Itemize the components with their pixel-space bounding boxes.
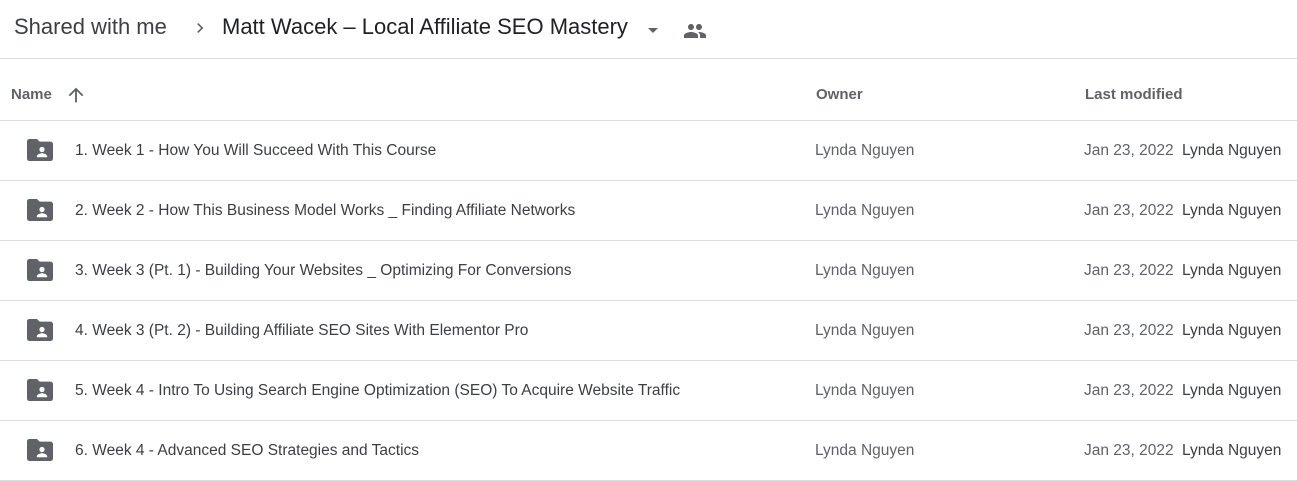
file-modified-date: Jan 23, 2022 [1084, 322, 1174, 339]
caret-down-icon[interactable] [641, 18, 665, 42]
shared-folder-icon [27, 259, 53, 281]
file-name[interactable]: 2. Week 2 - How This Business Model Work… [75, 202, 575, 220]
file-name[interactable]: 5. Week 4 - Intro To Using Search Engine… [75, 382, 680, 400]
arrow-up-icon[interactable] [65, 84, 87, 106]
shared-folder-icon [27, 379, 53, 401]
file-row[interactable]: 1. Week 1 - How You Will Succeed With Th… [0, 121, 1297, 181]
file-row[interactable]: 5. Week 4 - Intro To Using Search Engine… [0, 361, 1297, 421]
file-modified-by: Lynda Nguyen [1182, 322, 1282, 339]
file-name[interactable]: 6. Week 4 - Advanced SEO Strategies and … [75, 442, 419, 460]
file-modified-by: Lynda Nguyen [1182, 382, 1282, 399]
file-modified-date: Jan 23, 2022 [1084, 142, 1174, 159]
file-modified-by: Lynda Nguyen [1182, 262, 1282, 279]
file-owner: Lynda Nguyen [815, 202, 915, 219]
file-row[interactable]: 2. Week 2 - How This Business Model Work… [0, 181, 1297, 241]
breadcrumb-shared-with-me[interactable]: Shared with me [14, 14, 167, 40]
people-icon[interactable] [683, 19, 707, 43]
column-header-last-modified[interactable]: Last modified [1085, 86, 1183, 103]
shared-folder-icon [27, 439, 53, 461]
file-owner: Lynda Nguyen [815, 382, 915, 399]
chevron-right-icon [197, 23, 204, 33]
file-row[interactable]: 3. Week 3 (Pt. 1) - Building Your Websit… [0, 241, 1297, 301]
file-modified-by: Lynda Nguyen [1182, 202, 1282, 219]
file-name[interactable]: 4. Week 3 (Pt. 2) - Building Affiliate S… [75, 322, 528, 340]
breadcrumb: Shared with me Matt Wacek – Local Affili… [0, 0, 1297, 59]
shared-folder-icon [27, 199, 53, 221]
file-name[interactable]: 3. Week 3 (Pt. 1) - Building Your Websit… [75, 262, 572, 280]
file-name[interactable]: 1. Week 1 - How You Will Succeed With Th… [75, 142, 436, 160]
column-header-owner[interactable]: Owner [816, 86, 863, 103]
file-modified-date: Jan 23, 2022 [1084, 262, 1174, 279]
shared-folder-icon [27, 319, 53, 341]
file-list: 1. Week 1 - How You Will Succeed With Th… [0, 121, 1297, 481]
file-owner: Lynda Nguyen [815, 142, 915, 159]
file-owner: Lynda Nguyen [815, 442, 915, 459]
file-row[interactable]: 6. Week 4 - Advanced SEO Strategies and … [0, 421, 1297, 481]
file-modified-date: Jan 23, 2022 [1084, 202, 1174, 219]
file-modified-date: Jan 23, 2022 [1084, 382, 1174, 399]
shared-folder-icon [27, 139, 53, 161]
file-modified-date: Jan 23, 2022 [1084, 442, 1174, 459]
file-modified-by: Lynda Nguyen [1182, 442, 1282, 459]
file-owner: Lynda Nguyen [815, 322, 915, 339]
breadcrumb-current-folder[interactable]: Matt Wacek – Local Affiliate SEO Mastery [222, 14, 628, 40]
column-header-name[interactable]: Name [11, 86, 52, 103]
file-modified-by: Lynda Nguyen [1182, 142, 1282, 159]
file-owner: Lynda Nguyen [815, 262, 915, 279]
file-list-header: Name Owner Last modified [0, 59, 1297, 121]
file-row[interactable]: 4. Week 3 (Pt. 2) - Building Affiliate S… [0, 301, 1297, 361]
